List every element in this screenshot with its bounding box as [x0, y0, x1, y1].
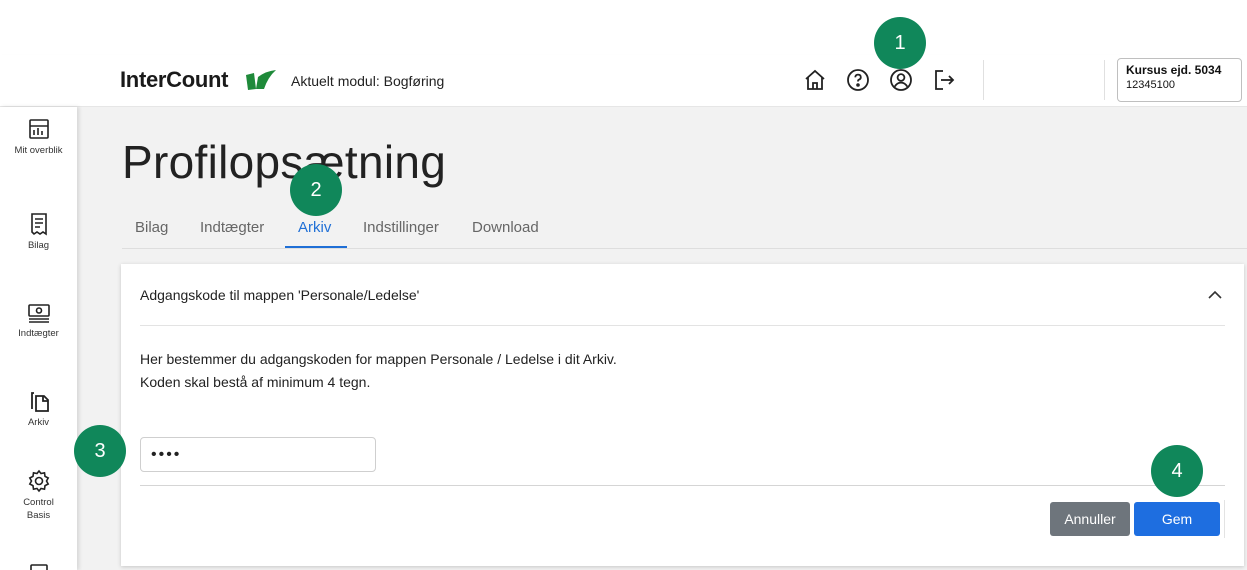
- sidebar-item-label: Indtægter: [18, 328, 59, 339]
- company-name: Kursus ejd. 5034: [1126, 63, 1222, 77]
- step-badge-2: 2: [290, 164, 342, 216]
- card-divider: [140, 325, 1225, 326]
- cancel-button[interactable]: Annuller: [1050, 502, 1130, 536]
- home-icon[interactable]: [801, 66, 829, 94]
- password-input[interactable]: [140, 437, 376, 472]
- card-description: Koden skal bestå af minimum 4 tegn.: [140, 374, 371, 390]
- chevron-up-icon[interactable]: [1204, 284, 1226, 306]
- sidebar-item-label: Bilag: [27, 240, 50, 251]
- sidebar-item-bilag[interactable]: Bilag: [0, 212, 77, 252]
- step-badge-1: 1: [874, 17, 926, 69]
- tab-indstillinger[interactable]: Indstillinger: [363, 219, 439, 236]
- sidebar-item-arkiv[interactable]: Arkiv: [0, 389, 77, 429]
- dashboard-icon: [28, 119, 49, 139]
- password-card: Adgangskode til mappen 'Personale/Ledels…: [121, 264, 1244, 566]
- archive-icon: [30, 392, 49, 412]
- cash-icon: [27, 304, 50, 323]
- sidebar-item-mit-overblik[interactable]: Mit overblik: [0, 117, 77, 157]
- module-label: Aktuelt modul: Bogføring: [291, 73, 445, 89]
- company-id: 12345100: [1126, 79, 1175, 91]
- tab-arkiv[interactable]: Arkiv: [298, 219, 331, 236]
- save-button[interactable]: Gem: [1134, 502, 1220, 536]
- step-badge-4: 4: [1151, 445, 1203, 497]
- tabs-divider: [122, 248, 1247, 249]
- document-icon: [29, 564, 48, 570]
- top-margin: [0, 0, 1247, 55]
- card-divider: [140, 485, 1225, 486]
- receipt-icon: [30, 213, 47, 236]
- brand-logo-icon: [244, 69, 278, 91]
- active-tab-indicator: [285, 246, 347, 248]
- gear-icon: [28, 469, 49, 493]
- header-divider: [1104, 60, 1105, 100]
- main-content: Profilopsætning Bilag Indtægter Arkiv In…: [77, 107, 1247, 570]
- page-title: Profilopsætning: [122, 136, 447, 188]
- sidebar-item-control-basis[interactable]: Control Basis: [0, 469, 77, 522]
- brand-name: InterCount: [120, 67, 229, 92]
- sidebar-item-label: Arkiv: [27, 417, 50, 428]
- card-divider: [1224, 500, 1225, 538]
- tab-bilag[interactable]: Bilag: [135, 219, 168, 236]
- logout-icon[interactable]: [930, 66, 958, 94]
- sidebar-item-label: Control Basis: [23, 497, 54, 521]
- card-title: Adgangskode til mappen 'Personale/Ledels…: [140, 287, 420, 303]
- sidebar: Mit overblik Bilag Indtægter Arkiv Contr…: [0, 107, 77, 570]
- tab-indtaegter[interactable]: Indtægter: [200, 219, 264, 236]
- company-selector[interactable]: Kursus ejd. 5034 12345100: [1117, 58, 1242, 102]
- app-header: InterCount Aktuelt modul: Bogføring Kurs…: [0, 55, 1247, 107]
- card-description: Her bestemmer du adgangskoden for mappen…: [140, 351, 617, 367]
- tab-download[interactable]: Download: [472, 219, 539, 236]
- sidebar-item-partial[interactable]: [0, 562, 77, 570]
- sidebar-item-indtaegter[interactable]: Indtægter: [0, 300, 77, 340]
- header-divider: [983, 60, 984, 100]
- user-profile-icon[interactable]: [887, 66, 915, 94]
- step-badge-3: 3: [74, 425, 126, 477]
- help-icon[interactable]: [844, 66, 872, 94]
- sidebar-item-label: Mit overblik: [14, 145, 63, 156]
